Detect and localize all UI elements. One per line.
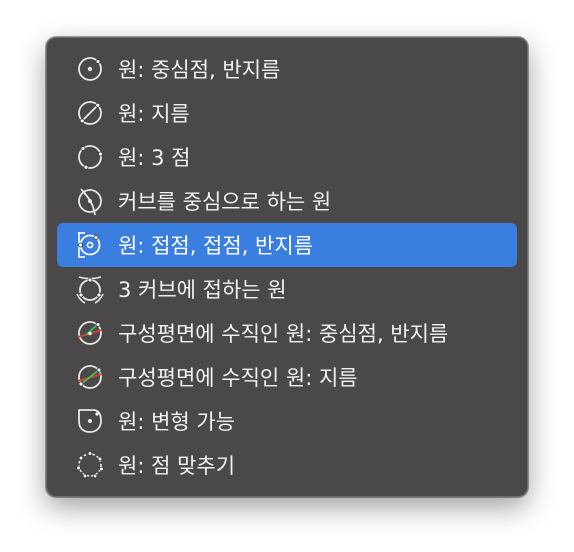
menu-item-label: 원: 지름	[118, 102, 190, 126]
circle-diameter-icon	[75, 98, 105, 128]
menu-item-label: 구성평면에 수직인 원: 지름	[118, 366, 358, 390]
menu-item-circle-vertical-diameter[interactable]: 구성평면에 수직인 원: 지름	[57, 355, 517, 399]
circle-three-points-icon	[75, 142, 105, 172]
menu-item-circle-vertical-center-radius[interactable]: 구성평면에 수직인 원: 중심점, 반지름	[57, 311, 517, 355]
menu-item-circle-tangent-three-curves[interactable]: 3 커브에 접하는 원	[57, 267, 517, 311]
menu-item-circle-three-points[interactable]: 원: 3 점	[57, 135, 517, 179]
menu-item-circle-around-curve[interactable]: 커브를 중심으로 하는 원	[57, 179, 517, 223]
circle-fit-points-icon	[75, 450, 105, 480]
menu-item-label: 원: 중심점, 반지름	[118, 58, 281, 82]
circle-center-radius-icon	[75, 54, 105, 84]
menu-item-label: 원: 점 맞추기	[118, 454, 236, 478]
menu-item-label: 원: 3 점	[118, 146, 191, 170]
menu-item-label: 커브를 중심으로 하는 원	[118, 190, 332, 214]
menu-item-circle-tangent-tangent-radius[interactable]: 원: 접점, 접점, 반지름	[57, 223, 517, 267]
menu-item-label: 3 커브에 접하는 원	[118, 278, 287, 302]
menu-item-label: 구성평면에 수직인 원: 중심점, 반지름	[118, 322, 449, 346]
menu-item-circle-deformable[interactable]: 원: 변형 가능	[57, 399, 517, 443]
menu-item-circle-fit-points[interactable]: 원: 점 맞추기	[57, 443, 517, 487]
menu-item-circle-center-radius[interactable]: 원: 중심점, 반지름	[57, 47, 517, 91]
circle-vertical-diameter-icon	[75, 362, 105, 392]
menu-item-label: 원: 변형 가능	[118, 410, 236, 434]
circle-command-menu: 원: 중심점, 반지름 원: 지름 원: 3 점 커브를 중심으로 하는 원 원…	[46, 37, 528, 497]
circle-tangent-tangent-radius-icon	[75, 230, 105, 260]
circle-tangent-three-curves-icon	[75, 274, 105, 304]
menu-item-circle-diameter[interactable]: 원: 지름	[57, 91, 517, 135]
menu-item-label: 원: 접점, 접점, 반지름	[118, 234, 314, 258]
circle-around-curve-icon	[75, 186, 105, 216]
circle-deformable-icon	[75, 406, 105, 436]
circle-vertical-center-radius-icon	[75, 318, 105, 348]
